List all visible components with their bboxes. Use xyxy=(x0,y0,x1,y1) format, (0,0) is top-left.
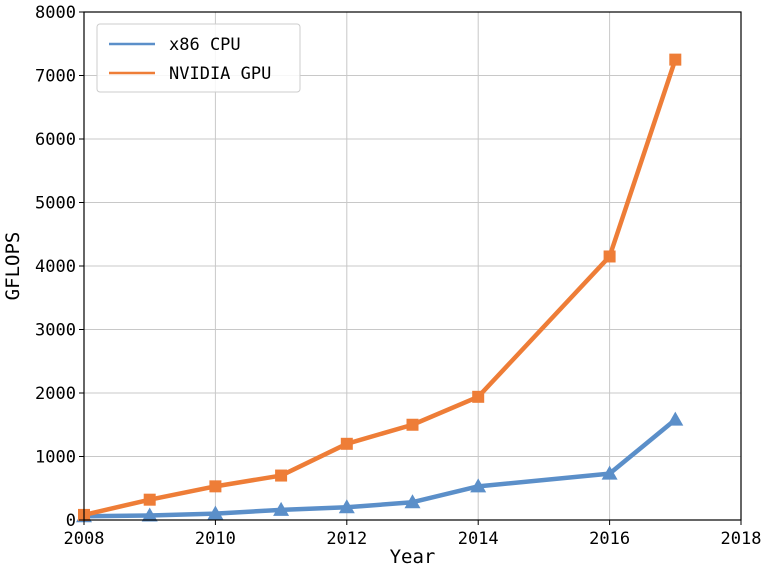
x-tick-label: 2018 xyxy=(721,529,762,549)
data-point-nvidia-gpu xyxy=(406,418,419,431)
data-point-nvidia-gpu xyxy=(143,493,156,506)
line-chart: 2008 2010 2012 2014 2016 2018 0 1000 2000 3000 400… xyxy=(0,0,768,569)
legend-label: NVIDIA GPU xyxy=(169,64,271,84)
data-point-nvidia-gpu xyxy=(275,469,288,482)
x-tick-label: 2008 xyxy=(64,529,105,549)
y-tick-label: 2000 xyxy=(35,384,76,404)
y-tick-label: 6000 xyxy=(35,130,76,150)
legend: x86 CPU NVIDIA GPU xyxy=(96,23,301,93)
x-tick-label: 2014 xyxy=(458,529,499,549)
y-tick-label: 7000 xyxy=(35,67,76,87)
data-point-nvidia-gpu xyxy=(669,53,682,66)
x-tick-label: 2010 xyxy=(195,529,236,549)
data-point-nvidia-gpu xyxy=(472,390,485,403)
data-point-nvidia-gpu xyxy=(603,250,616,263)
y-tick-label: 5000 xyxy=(35,194,76,214)
x-tick-label: 2016 xyxy=(589,529,630,549)
y-tick-label: 8000 xyxy=(35,3,76,23)
y-axis-title: GFLOPS xyxy=(2,232,24,301)
y-tick-label: 1000 xyxy=(35,448,76,468)
x-tick-label: 2012 xyxy=(326,529,367,549)
y-tick-label: 0 xyxy=(66,511,76,531)
legend-label: x86 CPU xyxy=(169,35,241,55)
data-point-nvidia-gpu xyxy=(340,437,353,450)
y-tick-label: 3000 xyxy=(35,321,76,341)
x-axis-title: Year xyxy=(390,546,436,568)
y-tick-label: 4000 xyxy=(35,257,76,277)
data-point-nvidia-gpu xyxy=(209,480,222,493)
